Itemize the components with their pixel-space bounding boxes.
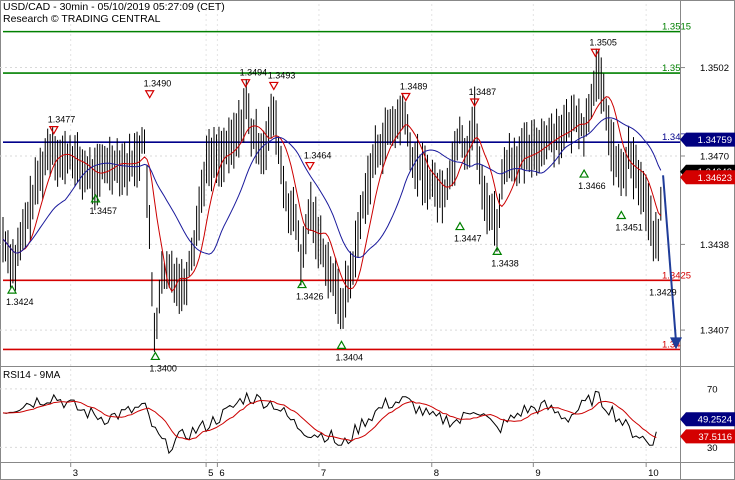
high-label: 1.3477 xyxy=(48,115,76,125)
chart-title: USD/CAD - 30min - 05/10/2019 05:27:09 (C… xyxy=(3,1,225,13)
low-label: 1.3404 xyxy=(336,352,364,362)
time-axis-label: 7 xyxy=(321,468,326,479)
high-label: 1.3505 xyxy=(589,37,617,47)
price-tag-label: 1.34623 xyxy=(698,173,732,184)
chart-subtitle: Research © TRADING CENTRAL xyxy=(3,13,161,25)
high-label: 1.3464 xyxy=(304,151,332,161)
low-label: 1.3457 xyxy=(90,206,118,216)
time-axis-label: 5 xyxy=(208,468,213,479)
target-label: 1.3429 xyxy=(649,287,677,297)
time-axis-label: 10 xyxy=(648,468,659,479)
level-label: 1.3515 xyxy=(662,22,691,33)
time-axis-label: 8 xyxy=(434,468,439,479)
price-tag-label: 1.34759 xyxy=(698,135,732,146)
low-label: 1.3424 xyxy=(6,297,34,307)
low-label: 1.3451 xyxy=(615,222,643,232)
rsi-tick-label: 70 xyxy=(707,384,718,395)
rsi-value-label: 49.2524 xyxy=(698,415,732,426)
low-label: 1.3438 xyxy=(491,258,519,268)
price-tick-label: 1.3407 xyxy=(700,326,729,337)
time-axis-label: 6 xyxy=(219,468,224,479)
high-label: 1.3490 xyxy=(144,79,172,89)
price-tick-label: 1.3502 xyxy=(700,63,729,74)
low-label: 1.3447 xyxy=(454,234,482,244)
time-axis-label: 3 xyxy=(73,468,78,479)
usdcad-chart: 1.35151.351.34751.34251.34 1.34771.34901… xyxy=(0,0,735,480)
high-label: 1.3489 xyxy=(400,81,428,91)
rsi-value-label: 37.5116 xyxy=(698,432,732,443)
price-tick-label: 1.3438 xyxy=(700,240,729,251)
level-label: 1.3425 xyxy=(662,270,691,281)
high-label: 1.3487 xyxy=(469,87,497,97)
low-label: 1.3400 xyxy=(149,363,177,373)
time-axis-label: 9 xyxy=(535,468,540,479)
level-label: 1.35 xyxy=(662,63,681,74)
rsi-tick-label: 30 xyxy=(707,443,718,454)
rsi-title: RSI14 - 9MA xyxy=(3,370,61,381)
low-label: 1.3466 xyxy=(578,181,606,191)
price-tick-label: 1.3470 xyxy=(700,151,729,162)
high-label: 1.3493 xyxy=(268,70,296,80)
low-label: 1.3426 xyxy=(296,292,324,302)
high-label: 1.3494 xyxy=(240,68,268,78)
